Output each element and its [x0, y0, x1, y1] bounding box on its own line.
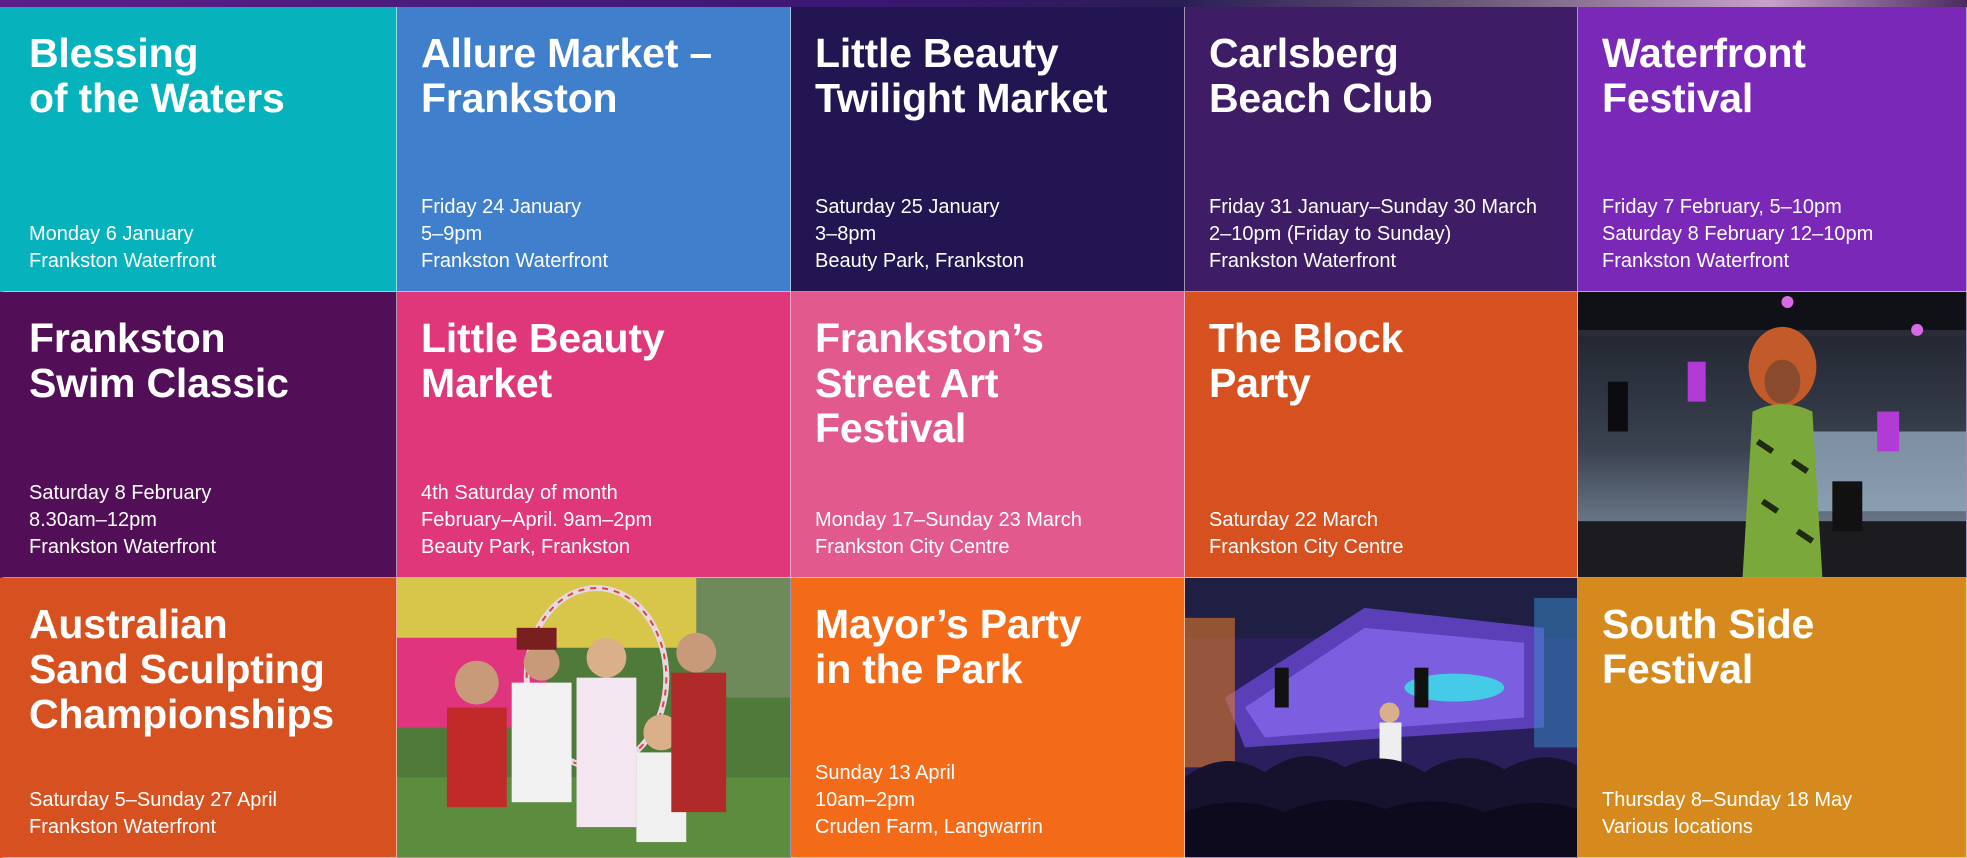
event-tile-the-block-party[interactable]: The Block Party Saturday 22 March Franks… [1185, 292, 1578, 578]
event-location: Frankston Waterfront [29, 250, 217, 272]
event-details: Friday 7 February, 5–10pm Saturday 8 Feb… [1602, 194, 1954, 275]
event-title: Frankston Swim Classic [29, 315, 289, 406]
event-location: Beauty Park, Frankston [421, 536, 630, 558]
event-tile-waterfront-festival[interactable]: Waterfront Festival Friday 7 February, 5… [1578, 7, 1967, 292]
events-grid: Blessing of the Waters Monday 6 January … [0, 7, 1967, 858]
event-details: Monday 17–Sunday 23 March Frankston City… [815, 507, 1172, 561]
event-details: Saturday 8 February 8.30am–12pm Franksto… [29, 480, 384, 561]
performers-photo-image [397, 578, 790, 857]
event-tile-frankston-swim-classic[interactable]: Frankston Swim Classic Saturday 8 Februa… [0, 292, 397, 578]
event-date: Monday 17–Sunday 23 March [815, 509, 1082, 531]
event-date: Saturday 25 January [815, 196, 1000, 218]
event-title: Allure Market – Frankston [421, 30, 712, 121]
event-time: February–April. 9am–2pm [421, 509, 653, 531]
event-title: Waterfront Festival [1602, 30, 1806, 121]
event-date: Sunday 13 April [815, 762, 956, 784]
event-date: Saturday 22 March [1209, 509, 1378, 531]
top-banner-strip [0, 0, 1967, 7]
event-tile-little-beauty-market[interactable]: Little Beauty Market 4th Saturday of mon… [397, 292, 791, 578]
event-location: Frankston Waterfront [1209, 250, 1397, 272]
singer-photo-image [1578, 292, 1966, 577]
event-location: Frankston City Centre [815, 536, 1010, 558]
event-tile-allure-market[interactable]: Allure Market – Frankston Friday 24 Janu… [397, 7, 791, 292]
event-tile-little-beauty-twilight-market[interactable]: Little Beauty Twilight Market Saturday 2… [791, 7, 1185, 292]
event-details: Friday 31 January–Sunday 30 March 2–10pm… [1209, 194, 1565, 275]
event-time: 3–8pm [815, 223, 877, 245]
event-date: 4th Saturday of month [421, 482, 618, 504]
event-date: Saturday 8 February [29, 482, 212, 504]
event-title: Frankston’s Street Art Festival [815, 315, 1044, 451]
event-tile-blessing-of-the-waters[interactable]: Blessing of the Waters Monday 6 January … [0, 7, 397, 292]
event-title: South Side Festival [1602, 601, 1815, 692]
event-time: 2–10pm (Friday to Sunday) [1209, 223, 1452, 245]
event-details: Monday 6 January Frankston Waterfront [29, 221, 384, 275]
event-date: Friday 7 February, 5–10pm [1602, 196, 1842, 218]
event-title: The Block Party [1209, 315, 1404, 406]
event-tile-mayors-party[interactable]: Mayor’s Party in the Park Sunday 13 Apri… [791, 578, 1185, 858]
event-title: Blessing of the Waters [29, 30, 285, 121]
event-location: Various locations [1602, 816, 1753, 838]
event-time: 5–9pm [421, 223, 483, 245]
event-title: Little Beauty Twilight Market [815, 30, 1108, 121]
event-date: Saturday 5–Sunday 27 April [29, 789, 277, 811]
event-tile-sand-sculpting[interactable]: Australian Sand Sculpting Championships … [0, 578, 397, 858]
event-title: Carlsberg Beach Club [1209, 30, 1433, 121]
event-location: Frankston Waterfront [421, 250, 609, 272]
event-date: Thursday 8–Sunday 18 May [1602, 789, 1853, 811]
event-details: Thursday 8–Sunday 18 May Various locatio… [1602, 787, 1954, 841]
event-title: Australian Sand Sculpting Championships [29, 601, 334, 737]
event-tile-carlsberg-beach-club[interactable]: Carlsberg Beach Club Friday 31 January–S… [1185, 7, 1578, 292]
event-details: 4th Saturday of month February–April. 9a… [421, 480, 778, 561]
event-details: Saturday 22 March Frankston City Centre [1209, 507, 1565, 561]
event-date: Friday 31 January–Sunday 30 March [1209, 196, 1537, 218]
event-date: Saturday 8 February 12–10pm [1602, 223, 1874, 245]
event-time: 8.30am–12pm [29, 509, 157, 531]
event-date: Friday 24 January [421, 196, 582, 218]
event-tile-south-side-festival[interactable]: South Side Festival Thursday 8–Sunday 18… [1578, 578, 1967, 858]
event-details: Sunday 13 April 10am–2pm Cruden Farm, La… [815, 760, 1172, 841]
photo-hula-hoop-performers [397, 578, 791, 858]
event-title: Little Beauty Market [421, 315, 665, 406]
event-location: Frankston City Centre [1209, 536, 1404, 558]
event-time: 10am–2pm [815, 789, 916, 811]
event-location: Frankston Waterfront [29, 536, 217, 558]
event-location: Frankston Waterfront [1602, 250, 1790, 272]
photo-singer-on-stage [1578, 292, 1967, 578]
event-date: Monday 6 January [29, 223, 194, 245]
event-tile-street-art-festival[interactable]: Frankston’s Street Art Festival Monday 1… [791, 292, 1185, 578]
photo-concert-crowd [1185, 578, 1578, 858]
event-details: Friday 24 January 5–9pm Frankston Waterf… [421, 194, 778, 275]
event-location: Beauty Park, Frankston [815, 250, 1024, 272]
concert-photo-image [1185, 578, 1577, 857]
event-details: Saturday 5–Sunday 27 April Frankston Wat… [29, 787, 384, 841]
event-location: Frankston Waterfront [29, 816, 217, 838]
event-details: Saturday 25 January 3–8pm Beauty Park, F… [815, 194, 1172, 275]
event-location: Cruden Farm, Langwarrin [815, 816, 1043, 838]
event-title: Mayor’s Party in the Park [815, 601, 1082, 692]
